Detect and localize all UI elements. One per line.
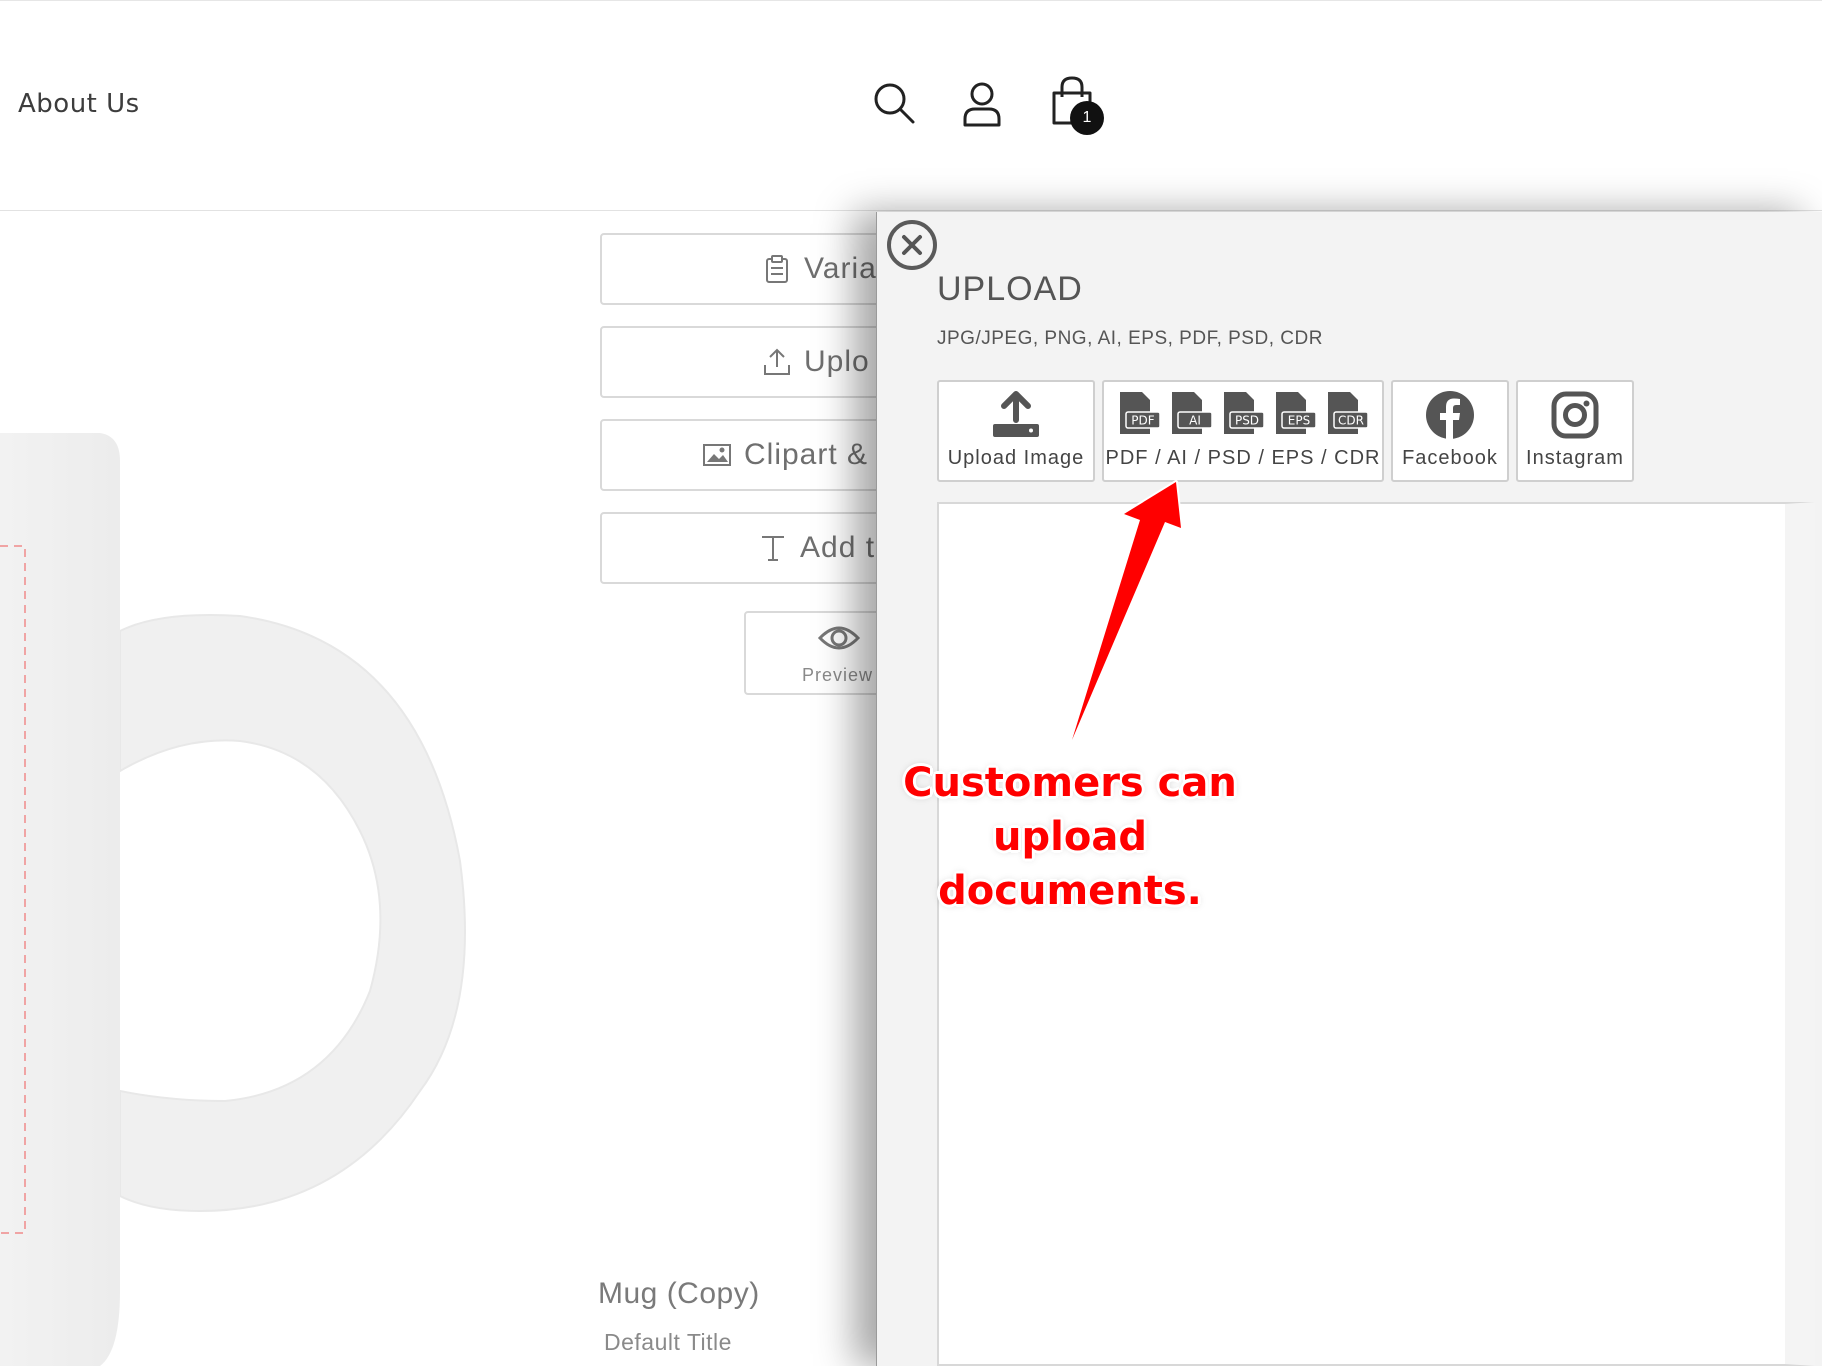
upload-documents-label: PDF / AI / PSD / EPS / CDR	[1105, 447, 1381, 469]
variants-button-label: Variar	[804, 252, 880, 285]
product-customizer: Variar Uplo Clipart & Add t Preview Mug …	[0, 211, 880, 1366]
ai-file-icon: AI	[1172, 392, 1213, 434]
eps-label: EPS	[1288, 414, 1310, 428]
product-title: Mug (Copy)	[598, 1277, 760, 1310]
instagram-icon	[1551, 391, 1599, 439]
cart-count-badge: 1	[1070, 101, 1104, 135]
pdf-label: PDF	[1131, 414, 1154, 428]
site-header: About Us 1	[0, 0, 1822, 211]
ai-label: AI	[1189, 414, 1201, 428]
text-icon	[762, 536, 784, 561]
cdr-file-icon: CDR	[1328, 392, 1369, 434]
add-text-button[interactable]: Add t	[600, 512, 880, 584]
psd-label: PSD	[1235, 414, 1259, 428]
facebook-upload-button[interactable]: Facebook	[1391, 380, 1509, 482]
add-text-button-label: Add t	[800, 531, 876, 564]
instagram-upload-button[interactable]: Instagram	[1516, 380, 1634, 482]
supported-formats: JPG/JPEG, PNG, AI, EPS, PDF, PSD, CDR	[937, 328, 1323, 349]
document-types-icon: PDF AI PSD EPS CDR	[1104, 390, 1382, 436]
clipart-button-label: Clipart &	[744, 438, 869, 471]
close-panel-button[interactable]	[887, 220, 937, 270]
upload-image-button[interactable]: Upload Image	[937, 380, 1095, 482]
psd-file-icon: PSD	[1224, 392, 1265, 434]
eps-file-icon: EPS	[1276, 392, 1317, 434]
preview-button-label: Preview	[802, 665, 874, 685]
pdf-file-icon: PDF	[1120, 392, 1161, 434]
upload-icon	[764, 348, 790, 375]
clipart-button[interactable]: Clipart &	[600, 419, 880, 491]
eye-icon	[818, 626, 860, 650]
cdr-label: CDR	[1338, 414, 1364, 428]
nav-link-about-us[interactable]: About Us	[18, 89, 140, 119]
panel-title: UPLOAD	[937, 270, 1083, 308]
annotation-line-1: Customers can upload	[903, 760, 1237, 860]
preview-button[interactable]: Preview	[744, 611, 880, 695]
facebook-icon	[1426, 391, 1474, 439]
upload-image-label: Upload Image	[947, 447, 1085, 469]
clipboard-icon	[766, 255, 788, 283]
instagram-label: Instagram	[1526, 447, 1624, 469]
upload-preview-area[interactable]	[937, 502, 1815, 1366]
upload-button[interactable]: Uplo	[600, 326, 880, 398]
product-variant: Default Title	[604, 1329, 732, 1355]
upload-tray-icon	[993, 391, 1039, 437]
search-icon[interactable]	[872, 81, 916, 125]
upload-button-label: Uplo	[804, 345, 870, 378]
variants-button[interactable]: Variar	[600, 233, 880, 305]
upload-documents-button[interactable]: PDF AI PSD EPS CDR PDF / AI / PSD / EPS …	[1102, 380, 1384, 482]
annotation-line-2: documents.	[938, 868, 1202, 914]
user-icon[interactable]	[962, 81, 1002, 127]
close-icon	[902, 235, 922, 255]
image-icon	[703, 444, 731, 466]
annotation-callout: Customers can upload documents.	[820, 756, 1320, 918]
facebook-label: Facebook	[1402, 447, 1498, 469]
